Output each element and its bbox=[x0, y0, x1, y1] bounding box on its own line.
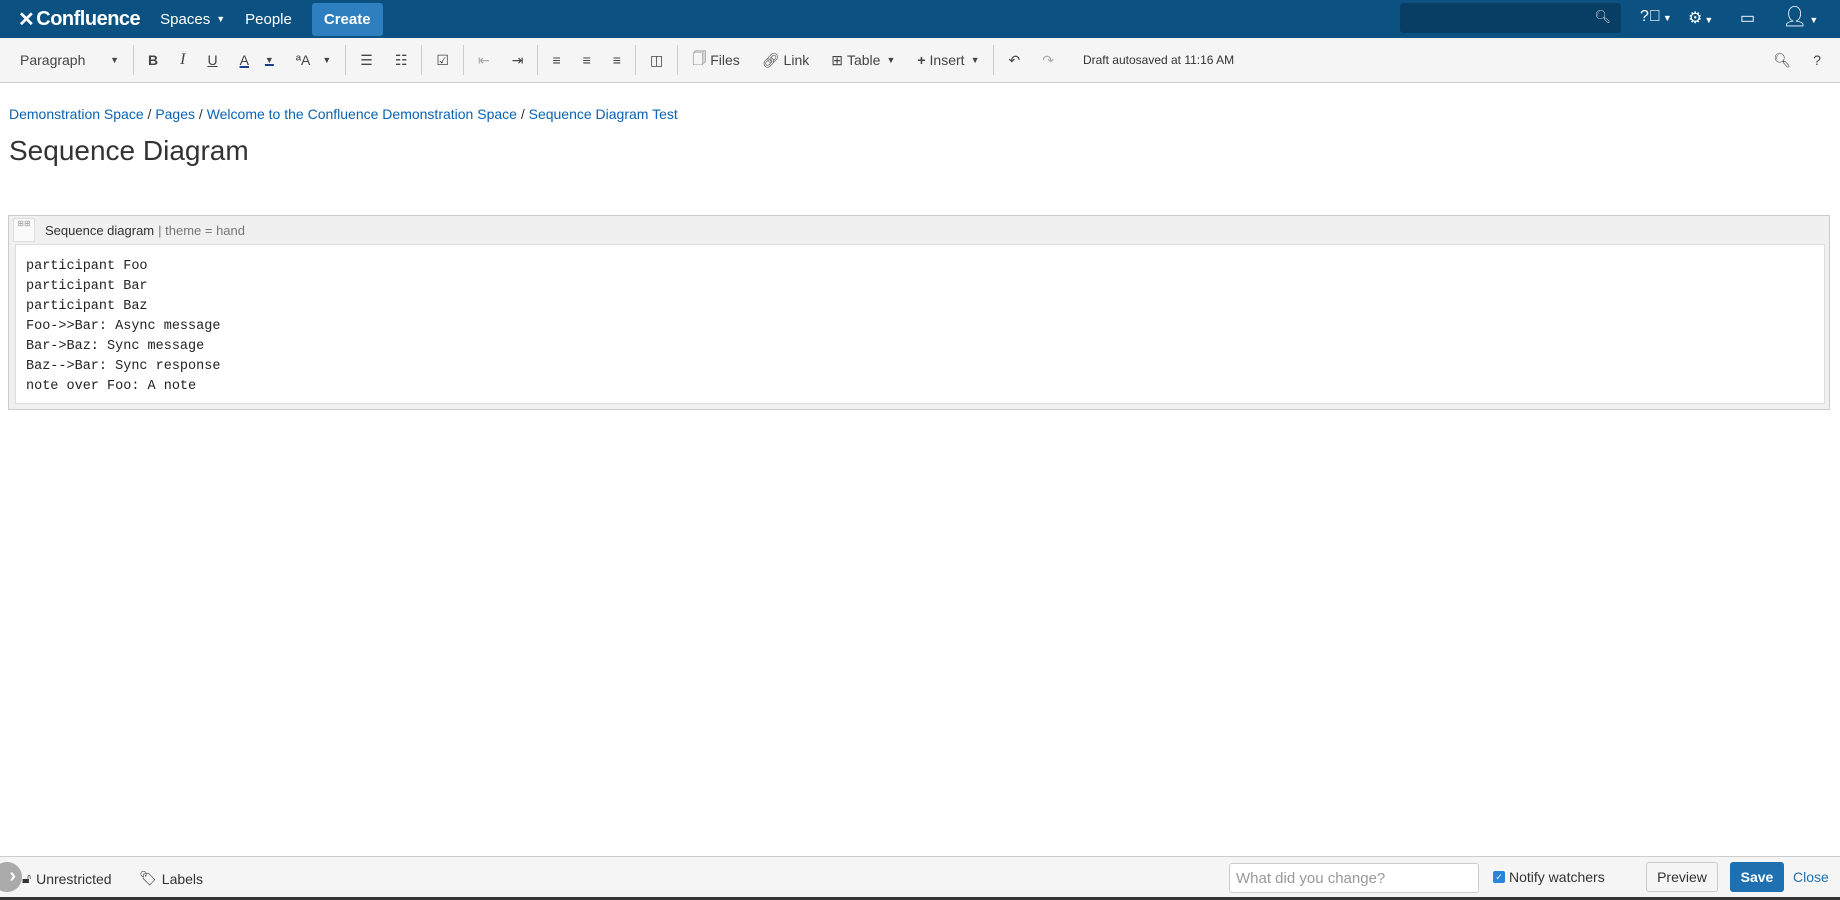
editor-toolbar: Paragraph ▼ B I U A ▼ ªA ▼ ☰ ☷ ☑ ⇤ ⇥ ≡ ≡ ≡ … bbox=[0, 38, 1840, 83]
top-navigation: ✕ Confluence Spaces ▼ People Create 🔍︎ ?⃝ ▼… bbox=[0, 0, 1840, 38]
keyboard-help-button[interactable]: ? bbox=[1802, 52, 1832, 68]
gear-icon: ⚙ bbox=[1688, 10, 1703, 27]
expand-icon[interactable]: › bbox=[0, 862, 22, 892]
chevron-down-icon: ▼ bbox=[110, 55, 119, 65]
outdent-icon: ⇤ bbox=[477, 51, 490, 68]
macro-body[interactable]: participant Foo participant Bar particip… bbox=[15, 244, 1825, 404]
checkbox-icon: ☑ bbox=[436, 51, 449, 68]
table-button[interactable]: ⊞ Table ▼ bbox=[820, 52, 906, 69]
restrictions-button[interactable]: 🔓︎ Unrestricted bbox=[22, 870, 112, 887]
notify-watchers-checkbox[interactable]: ✓ bbox=[1493, 871, 1505, 883]
people-link[interactable]: People bbox=[245, 11, 292, 28]
outdent-button[interactable]: ⇤ bbox=[467, 52, 501, 69]
search-input[interactable]: 🔍︎ bbox=[1400, 3, 1621, 33]
align-left-button[interactable]: ≡ bbox=[541, 52, 571, 68]
indent-icon: ⇥ bbox=[511, 51, 524, 68]
confluence-logo[interactable]: ✕ Confluence bbox=[18, 7, 141, 32]
confluence-logo-icon: ✕ bbox=[18, 8, 35, 31]
numbered-list-icon: ☷ bbox=[394, 51, 408, 68]
labels-button[interactable]: 🏷︎ Labels bbox=[139, 870, 203, 887]
notifications-icon[interactable]: ▭ bbox=[1740, 8, 1755, 28]
diagram-icon: ⊞⊞ bbox=[13, 218, 35, 242]
plus-icon: + bbox=[917, 52, 926, 68]
breadcrumb-pages[interactable]: Pages bbox=[155, 106, 195, 122]
notify-watchers-label: Notify watchers bbox=[1509, 869, 1605, 885]
user-menu[interactable]: 👤︎ ▼ bbox=[1782, 4, 1818, 29]
numbered-list-button[interactable]: ☷ bbox=[384, 52, 419, 69]
undo-button[interactable]: ↶ bbox=[997, 52, 1031, 69]
bold-button[interactable]: B bbox=[137, 52, 169, 68]
save-button[interactable]: Save bbox=[1730, 862, 1784, 892]
paragraph-format-dropdown[interactable]: Paragraph ▼ bbox=[0, 52, 130, 68]
formatting-dropdown[interactable]: ªA ▼ bbox=[285, 52, 342, 68]
find-replace-button[interactable]: 🔍︎ bbox=[1762, 52, 1802, 69]
layout-icon: ◫ bbox=[649, 51, 664, 68]
change-message-input[interactable] bbox=[1229, 863, 1479, 893]
page-layout-button[interactable]: ◫ bbox=[639, 52, 674, 69]
files-button[interactable]: 🗍 Files bbox=[681, 48, 751, 72]
align-right-button[interactable]: ≡ bbox=[602, 52, 632, 68]
align-center-icon: ≡ bbox=[582, 52, 591, 68]
text-color-button[interactable]: A ▼ bbox=[229, 52, 285, 68]
page-title[interactable]: Sequence Diagram bbox=[9, 135, 249, 167]
insert-button[interactable]: + Insert ▼ bbox=[906, 52, 990, 68]
macro-header: ⊞⊞ Sequence diagram | theme = hand bbox=[9, 216, 1829, 244]
spaces-menu[interactable]: Spaces ▼ bbox=[160, 11, 225, 28]
task-list-button[interactable]: ☑ bbox=[425, 52, 460, 69]
align-right-icon: ≡ bbox=[612, 52, 621, 68]
indent-button[interactable]: ⇥ bbox=[501, 52, 535, 69]
search-icon: 🔍︎ bbox=[1594, 9, 1611, 24]
unlock-icon: 🔓︎ bbox=[22, 870, 32, 886]
help-icon: ?⃝ bbox=[1640, 8, 1661, 25]
tag-icon: 🏷︎ bbox=[139, 870, 157, 886]
help-menu[interactable]: ?⃝ ▼ bbox=[1640, 8, 1672, 26]
link-button[interactable]: 🔗︎ Link bbox=[751, 52, 820, 69]
editor-footer: › 🔓︎Unrestricted 🏷︎Labels ✓ Notify watch… bbox=[0, 856, 1840, 900]
settings-menu[interactable]: ⚙ ▼ bbox=[1688, 8, 1713, 28]
sequence-diagram-macro[interactable]: ⊞⊞ Sequence diagram | theme = hand partic… bbox=[8, 215, 1830, 410]
redo-icon: ↷ bbox=[1042, 51, 1054, 68]
align-left-icon: ≡ bbox=[552, 52, 561, 68]
link-icon: 🔗︎ bbox=[761, 51, 780, 68]
table-icon: ⊞ bbox=[831, 51, 843, 68]
italic-button[interactable]: I bbox=[169, 51, 196, 69]
draft-status: Draft autosaved at 11:16 AM bbox=[1082, 53, 1235, 67]
files-icon: 🗍 bbox=[692, 50, 707, 66]
breadcrumb: Demonstration Space / Pages / Welcome to… bbox=[9, 106, 678, 122]
avatar: 👤︎ bbox=[1782, 6, 1808, 28]
chevron-down-icon: ▼ bbox=[216, 14, 226, 24]
undo-icon: ↶ bbox=[1008, 51, 1021, 68]
redo-button[interactable]: ↷ bbox=[1031, 52, 1065, 69]
underline-button[interactable]: U bbox=[196, 52, 228, 68]
breadcrumb-space[interactable]: Demonstration Space bbox=[9, 106, 144, 122]
breadcrumb-current[interactable]: Sequence Diagram Test bbox=[529, 106, 678, 122]
preview-button[interactable]: Preview bbox=[1646, 862, 1718, 892]
close-button[interactable]: Close bbox=[1793, 869, 1829, 885]
bullet-list-icon: ☰ bbox=[360, 51, 373, 68]
align-center-button[interactable]: ≡ bbox=[572, 52, 602, 68]
search-icon: 🔍︎ bbox=[1773, 51, 1792, 68]
clear-format-icon: ªA bbox=[295, 52, 311, 68]
create-button[interactable]: Create bbox=[311, 2, 383, 36]
bullet-list-button[interactable]: ☰ bbox=[349, 52, 384, 69]
breadcrumb-parent[interactable]: Welcome to the Confluence Demonstration … bbox=[207, 106, 517, 122]
